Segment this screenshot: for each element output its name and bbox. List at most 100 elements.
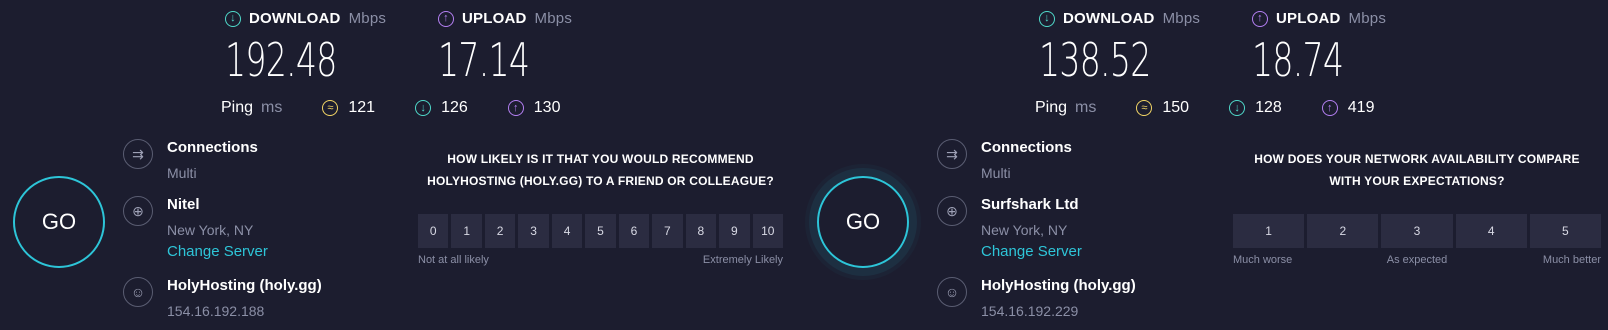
host-info: ☺ HolyHosting (holy.gg) 154.16.192.188 (123, 277, 322, 319)
recommend-survey: HOW LIKELY IS IT THAT YOU WOULD RECOMMEN… (418, 148, 783, 268)
go-button[interactable]: GO (817, 176, 909, 268)
go-label: GO (845, 209, 881, 234)
upload-arrow-icon: ↑ (438, 10, 454, 27)
ping-download: ↓ 128 (1229, 99, 1282, 117)
scale-option-3[interactable]: 3 (518, 214, 549, 248)
scale-option-7[interactable]: 7 (652, 214, 683, 248)
change-server-link[interactable]: Change Server (167, 243, 268, 261)
ping-upload-icon: ↑ (1321, 100, 1338, 116)
scale-option-9[interactable]: 9 (719, 214, 750, 248)
ping-download-icon: ↓ (1229, 100, 1246, 116)
upload-value: 17.14 (438, 33, 530, 87)
ping-upload: ↑ 130 (507, 99, 561, 117)
scale-option-5[interactable]: 5 (1529, 214, 1601, 248)
connections-icon: ⇉ (123, 139, 153, 169)
ping-unit: ms (1075, 99, 1097, 116)
scale-option-10[interactable]: 10 (752, 214, 783, 248)
host-name: HolyHosting (holy.gg) (167, 277, 322, 294)
user-icon: ☺ (937, 277, 967, 307)
ping-row: Ping ms ≈ 150 ↓ 128 ↑ 419 (1035, 99, 1414, 117)
connections-title: Connections (167, 139, 258, 156)
download-metric: ↓ DOWNLOAD Mbps 192.48 (225, 10, 386, 87)
scale-option-0[interactable]: 0 (418, 214, 449, 248)
go-label: GO (41, 209, 77, 234)
download-value: 138.52 (1039, 33, 1151, 87)
ping-download: ↓ 126 (415, 99, 468, 117)
ping-idle-icon: ≈ (1136, 100, 1153, 116)
connections-info: ⇉ Connections Multi (937, 139, 1072, 181)
upload-unit: Mbps (534, 10, 573, 27)
connections-value: Multi (167, 165, 197, 181)
globe-icon: ⊕ (937, 196, 967, 226)
ping-idle-value: 121 (348, 99, 376, 116)
server-info: ⊕ Nitel New York, NY Change Server (123, 196, 268, 261)
server-location: New York, NY (981, 222, 1068, 238)
ping-unit: ms (261, 99, 283, 116)
availability-survey: HOW DOES YOUR NETWORK AVAILABILITY COMPA… (1233, 148, 1601, 268)
scale-option-8[interactable]: 8 (685, 214, 717, 248)
host-ip: 154.16.192.188 (167, 303, 265, 319)
download-arrow-icon: ↓ (225, 10, 241, 27)
server-info: ⊕ Surfshark Ltd New York, NY Change Serv… (937, 196, 1082, 261)
ping-upload-value: 130 (533, 99, 561, 116)
connections-info: ⇉ Connections Multi (123, 139, 258, 181)
ping-row: Ping ms ≈ 121 ↓ 126 ↑ 130 (221, 99, 600, 117)
ping-idle: ≈ 121 (322, 99, 375, 117)
download-unit: Mbps (1162, 10, 1201, 27)
globe-icon: ⊕ (123, 196, 153, 226)
scale-high-label: Extremely Likely (702, 254, 783, 266)
ping-idle: ≈ 150 (1136, 99, 1189, 117)
survey-question-line-1: HOW DOES YOUR NETWORK AVAILABILITY COMPA… (1254, 152, 1580, 166)
scale-option-2[interactable]: 2 (484, 214, 516, 248)
scale-low-label: Much worse (1233, 254, 1293, 266)
upload-label: UPLOAD (1276, 10, 1341, 27)
speedtest-result-panel-1: ↓ DOWNLOAD Mbps 192.48 ↑ UPLOAD Mbps 17.… (0, 0, 804, 330)
scale-option-6[interactable]: 6 (618, 214, 650, 248)
download-value: 192.48 (225, 33, 337, 87)
survey-question-line-1: HOW LIKELY IS IT THAT YOU WOULD RECOMMEN… (447, 152, 754, 166)
scale-option-4[interactable]: 4 (551, 214, 583, 248)
server-name: Surfshark Ltd (981, 196, 1079, 213)
ping-label: Ping (221, 99, 254, 116)
ping-label: Ping (1035, 99, 1068, 116)
change-server-link[interactable]: Change Server (981, 243, 1082, 261)
ping-upload: ↑ 419 (1321, 99, 1375, 117)
ping-download-value: 128 (1255, 99, 1282, 116)
user-icon: ☺ (123, 277, 153, 307)
host-ip: 154.16.192.229 (981, 303, 1079, 319)
survey-question-line-2: HOLYHOSTING (HOLY.GG) TO A FRIEND OR COL… (427, 174, 774, 188)
server-name: Nitel (167, 196, 200, 213)
scale-option-5[interactable]: 5 (585, 214, 616, 248)
scale-option-1[interactable]: 1 (1233, 214, 1305, 248)
upload-metric: ↑ UPLOAD Mbps 17.14 (438, 10, 572, 87)
upload-metric: ↑ UPLOAD Mbps 18.74 (1252, 10, 1386, 87)
upload-value: 18.74 (1252, 33, 1344, 87)
scale-option-3[interactable]: 3 (1381, 214, 1453, 248)
speedtest-result-panel-2: ↓ DOWNLOAD Mbps 138.52 ↑ UPLOAD Mbps 18.… (814, 0, 1608, 330)
download-label: DOWNLOAD (249, 10, 341, 27)
ping-idle-value: 150 (1162, 99, 1190, 116)
scale-mid-label: As expected (1386, 254, 1448, 266)
scale-option-2[interactable]: 2 (1307, 214, 1379, 248)
survey-question-line-2: WITH YOUR EXPECTATIONS? (1329, 174, 1505, 188)
host-info: ☺ HolyHosting (holy.gg) 154.16.192.229 (937, 277, 1136, 319)
upload-arrow-icon: ↑ (1252, 10, 1268, 27)
ping-upload-value: 419 (1347, 99, 1375, 116)
scale-low-label: Not at all likely (418, 254, 489, 266)
download-unit: Mbps (348, 10, 387, 27)
connections-icon: ⇉ (937, 139, 967, 169)
host-name: HolyHosting (holy.gg) (981, 277, 1136, 294)
ping-download-icon: ↓ (415, 100, 432, 116)
ping-idle-icon: ≈ (322, 100, 339, 116)
survey-scale: 12345 (1233, 214, 1601, 248)
ping-upload-icon: ↑ (507, 100, 524, 116)
survey-scale: 0 1 2 3 4 5 6 7 8 9 10 (418, 214, 783, 248)
upload-label: UPLOAD (462, 10, 527, 27)
scale-option-4[interactable]: 4 (1455, 214, 1527, 248)
scale-option-1[interactable]: 1 (451, 214, 482, 248)
go-button[interactable]: GO (13, 176, 105, 268)
server-location: New York, NY (167, 222, 254, 238)
download-metric: ↓ DOWNLOAD Mbps 138.52 (1039, 10, 1200, 87)
download-label: DOWNLOAD (1063, 10, 1155, 27)
connections-value: Multi (981, 165, 1011, 181)
